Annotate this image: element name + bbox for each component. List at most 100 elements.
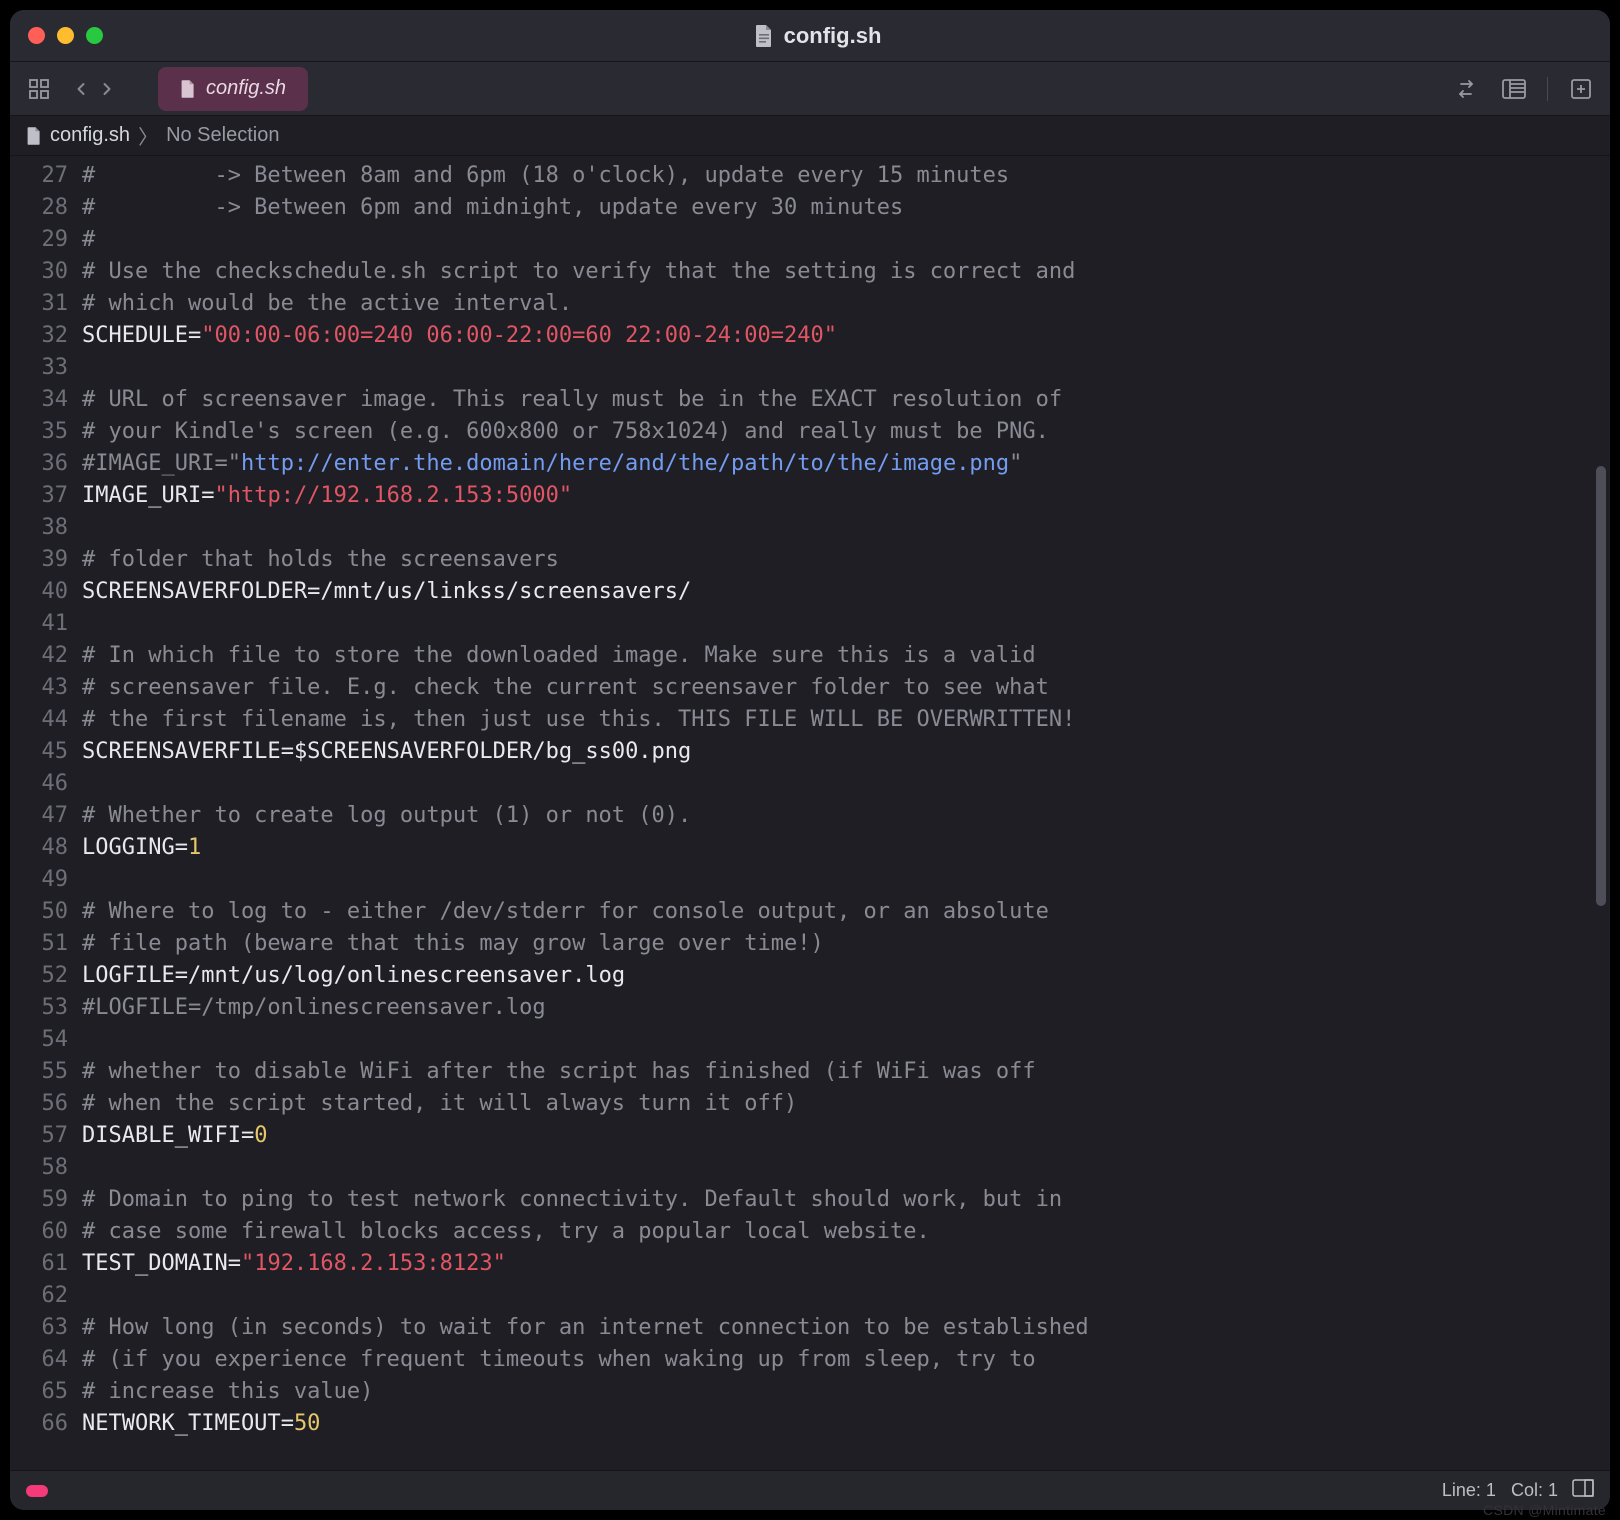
code-line[interactable]: SCHEDULE="00:00-06:00=240 06:00-22:00=60… bbox=[82, 320, 1610, 352]
code-line[interactable]: # your Kindle's screen (e.g. 600x800 or … bbox=[82, 416, 1610, 448]
code-line[interactable]: NETWORK_TIMEOUT=50 bbox=[82, 1408, 1610, 1440]
code-line[interactable]: SCREENSAVERFILE=$SCREENSAVERFOLDER/bg_ss… bbox=[82, 736, 1610, 768]
tab-label: config.sh bbox=[206, 77, 286, 100]
code-line[interactable]: # when the script started, it will alway… bbox=[82, 1088, 1610, 1120]
title-center: config.sh bbox=[103, 23, 1532, 49]
line-number: 53 bbox=[10, 992, 68, 1024]
line-number: 43 bbox=[10, 672, 68, 704]
columns-icon[interactable] bbox=[1499, 74, 1529, 104]
code-line[interactable]: # bbox=[82, 224, 1610, 256]
library-icon[interactable] bbox=[24, 74, 54, 104]
code-line[interactable]: # How long (in seconds) to wait for an i… bbox=[82, 1312, 1610, 1344]
code-line[interactable] bbox=[82, 768, 1610, 800]
line-number: 33 bbox=[10, 352, 68, 384]
line-number: 56 bbox=[10, 1088, 68, 1120]
code-line[interactable]: #LOGFILE=/tmp/onlinescreensaver.log bbox=[82, 992, 1610, 1024]
forward-button[interactable] bbox=[94, 74, 120, 104]
add-panel-icon[interactable] bbox=[1566, 74, 1596, 104]
minimap-icon[interactable] bbox=[1572, 1479, 1594, 1502]
minimize-window-button[interactable] bbox=[57, 27, 74, 44]
code-line[interactable]: # In which file to store the downloaded … bbox=[82, 640, 1610, 672]
code-line[interactable]: # increase this value) bbox=[82, 1376, 1610, 1408]
line-number: 66 bbox=[10, 1408, 68, 1440]
status-right: Line: 1 Col: 1 bbox=[1442, 1479, 1594, 1502]
chevron-right-icon: 〉 bbox=[138, 121, 158, 150]
line-number: 44 bbox=[10, 704, 68, 736]
code-content[interactable]: # -> Between 8am and 6pm (18 o'clock), u… bbox=[82, 156, 1610, 1470]
file-icon bbox=[26, 126, 42, 146]
breadcrumb-file[interactable]: config.sh bbox=[50, 124, 130, 147]
line-number: 55 bbox=[10, 1056, 68, 1088]
line-number: 51 bbox=[10, 928, 68, 960]
code-line[interactable]: LOGFILE=/mnt/us/log/onlinescreensaver.lo… bbox=[82, 960, 1610, 992]
code-line[interactable]: # screensaver file. E.g. check the curre… bbox=[82, 672, 1610, 704]
code-line[interactable] bbox=[82, 1280, 1610, 1312]
zoom-window-button[interactable] bbox=[86, 27, 103, 44]
code-line[interactable] bbox=[82, 512, 1610, 544]
code-line[interactable]: # URL of screensaver image. This really … bbox=[82, 384, 1610, 416]
scrollbar-track[interactable] bbox=[1592, 156, 1606, 1470]
breadcrumb: config.sh 〉 No Selection bbox=[10, 116, 1610, 156]
line-number: 49 bbox=[10, 864, 68, 896]
line-number: 36 bbox=[10, 448, 68, 480]
code-line[interactable]: # which would be the active interval. bbox=[82, 288, 1610, 320]
watermark: CSDN @Mintimate bbox=[1483, 1502, 1606, 1518]
title-text: config.sh bbox=[784, 23, 882, 49]
code-line[interactable] bbox=[82, 1152, 1610, 1184]
line-number: 40 bbox=[10, 576, 68, 608]
line-number: 59 bbox=[10, 1184, 68, 1216]
code-line[interactable]: # file path (beware that this may grow l… bbox=[82, 928, 1610, 960]
tab-active[interactable]: config.sh bbox=[158, 67, 308, 111]
code-line[interactable]: # (if you experience frequent timeouts w… bbox=[82, 1344, 1610, 1376]
toolbar: config.sh bbox=[10, 62, 1610, 116]
code-line[interactable]: # Whether to create log output (1) or no… bbox=[82, 800, 1610, 832]
scrollbar-thumb[interactable] bbox=[1596, 466, 1606, 906]
code-line[interactable] bbox=[82, 352, 1610, 384]
code-line[interactable]: TEST_DOMAIN="192.168.2.153:8123" bbox=[82, 1248, 1610, 1280]
code-line[interactable]: # whether to disable WiFi after the scri… bbox=[82, 1056, 1610, 1088]
code-line[interactable]: #IMAGE_URI="http://enter.the.domain/here… bbox=[82, 448, 1610, 480]
line-number: 45 bbox=[10, 736, 68, 768]
col-label: Col: bbox=[1511, 1480, 1543, 1500]
code-line[interactable]: LOGGING=1 bbox=[82, 832, 1610, 864]
file-icon bbox=[180, 79, 196, 99]
cursor-position: Line: 1 Col: 1 bbox=[1442, 1480, 1558, 1501]
statusbar: Line: 1 Col: 1 bbox=[10, 1470, 1610, 1510]
line-gutter: 2728293031323334353637383940414243444546… bbox=[10, 156, 82, 1470]
code-line[interactable]: # folder that holds the screensavers bbox=[82, 544, 1610, 576]
nav-arrows bbox=[68, 74, 120, 104]
code-line[interactable]: # Where to log to - either /dev/stderr f… bbox=[82, 896, 1610, 928]
close-window-button[interactable] bbox=[28, 27, 45, 44]
editor-window: config.sh config.sh bbox=[10, 10, 1610, 1510]
line-number: 42 bbox=[10, 640, 68, 672]
code-line[interactable]: SCREENSAVERFOLDER=/mnt/us/linkss/screens… bbox=[82, 576, 1610, 608]
editor-area[interactable]: 2728293031323334353637383940414243444546… bbox=[10, 156, 1610, 1470]
code-line[interactable]: DISABLE_WIFI=0 bbox=[82, 1120, 1610, 1152]
line-number: 60 bbox=[10, 1216, 68, 1248]
col-value: 1 bbox=[1548, 1480, 1558, 1500]
line-number: 34 bbox=[10, 384, 68, 416]
line-number: 28 bbox=[10, 192, 68, 224]
line-number: 39 bbox=[10, 544, 68, 576]
code-line[interactable] bbox=[82, 864, 1610, 896]
code-line[interactable]: # Domain to ping to test network connect… bbox=[82, 1184, 1610, 1216]
code-line[interactable]: # the first filename is, then just use t… bbox=[82, 704, 1610, 736]
titlebar: config.sh bbox=[10, 10, 1610, 62]
code-line[interactable]: # -> Between 8am and 6pm (18 o'clock), u… bbox=[82, 160, 1610, 192]
line-number: 29 bbox=[10, 224, 68, 256]
code-line[interactable] bbox=[82, 608, 1610, 640]
line-number: 61 bbox=[10, 1248, 68, 1280]
code-line[interactable]: # case some firewall blocks access, try … bbox=[82, 1216, 1610, 1248]
line-number: 38 bbox=[10, 512, 68, 544]
line-number: 37 bbox=[10, 480, 68, 512]
swap-icon[interactable] bbox=[1451, 74, 1481, 104]
file-icon bbox=[754, 24, 774, 48]
status-indicator[interactable] bbox=[26, 1485, 48, 1497]
code-line[interactable]: # -> Between 6pm and midnight, update ev… bbox=[82, 192, 1610, 224]
line-number: 57 bbox=[10, 1120, 68, 1152]
line-number: 31 bbox=[10, 288, 68, 320]
code-line[interactable]: IMAGE_URI="http://192.168.2.153:5000" bbox=[82, 480, 1610, 512]
back-button[interactable] bbox=[68, 74, 94, 104]
code-line[interactable] bbox=[82, 1024, 1610, 1056]
code-line[interactable]: # Use the checkschedule.sh script to ver… bbox=[82, 256, 1610, 288]
